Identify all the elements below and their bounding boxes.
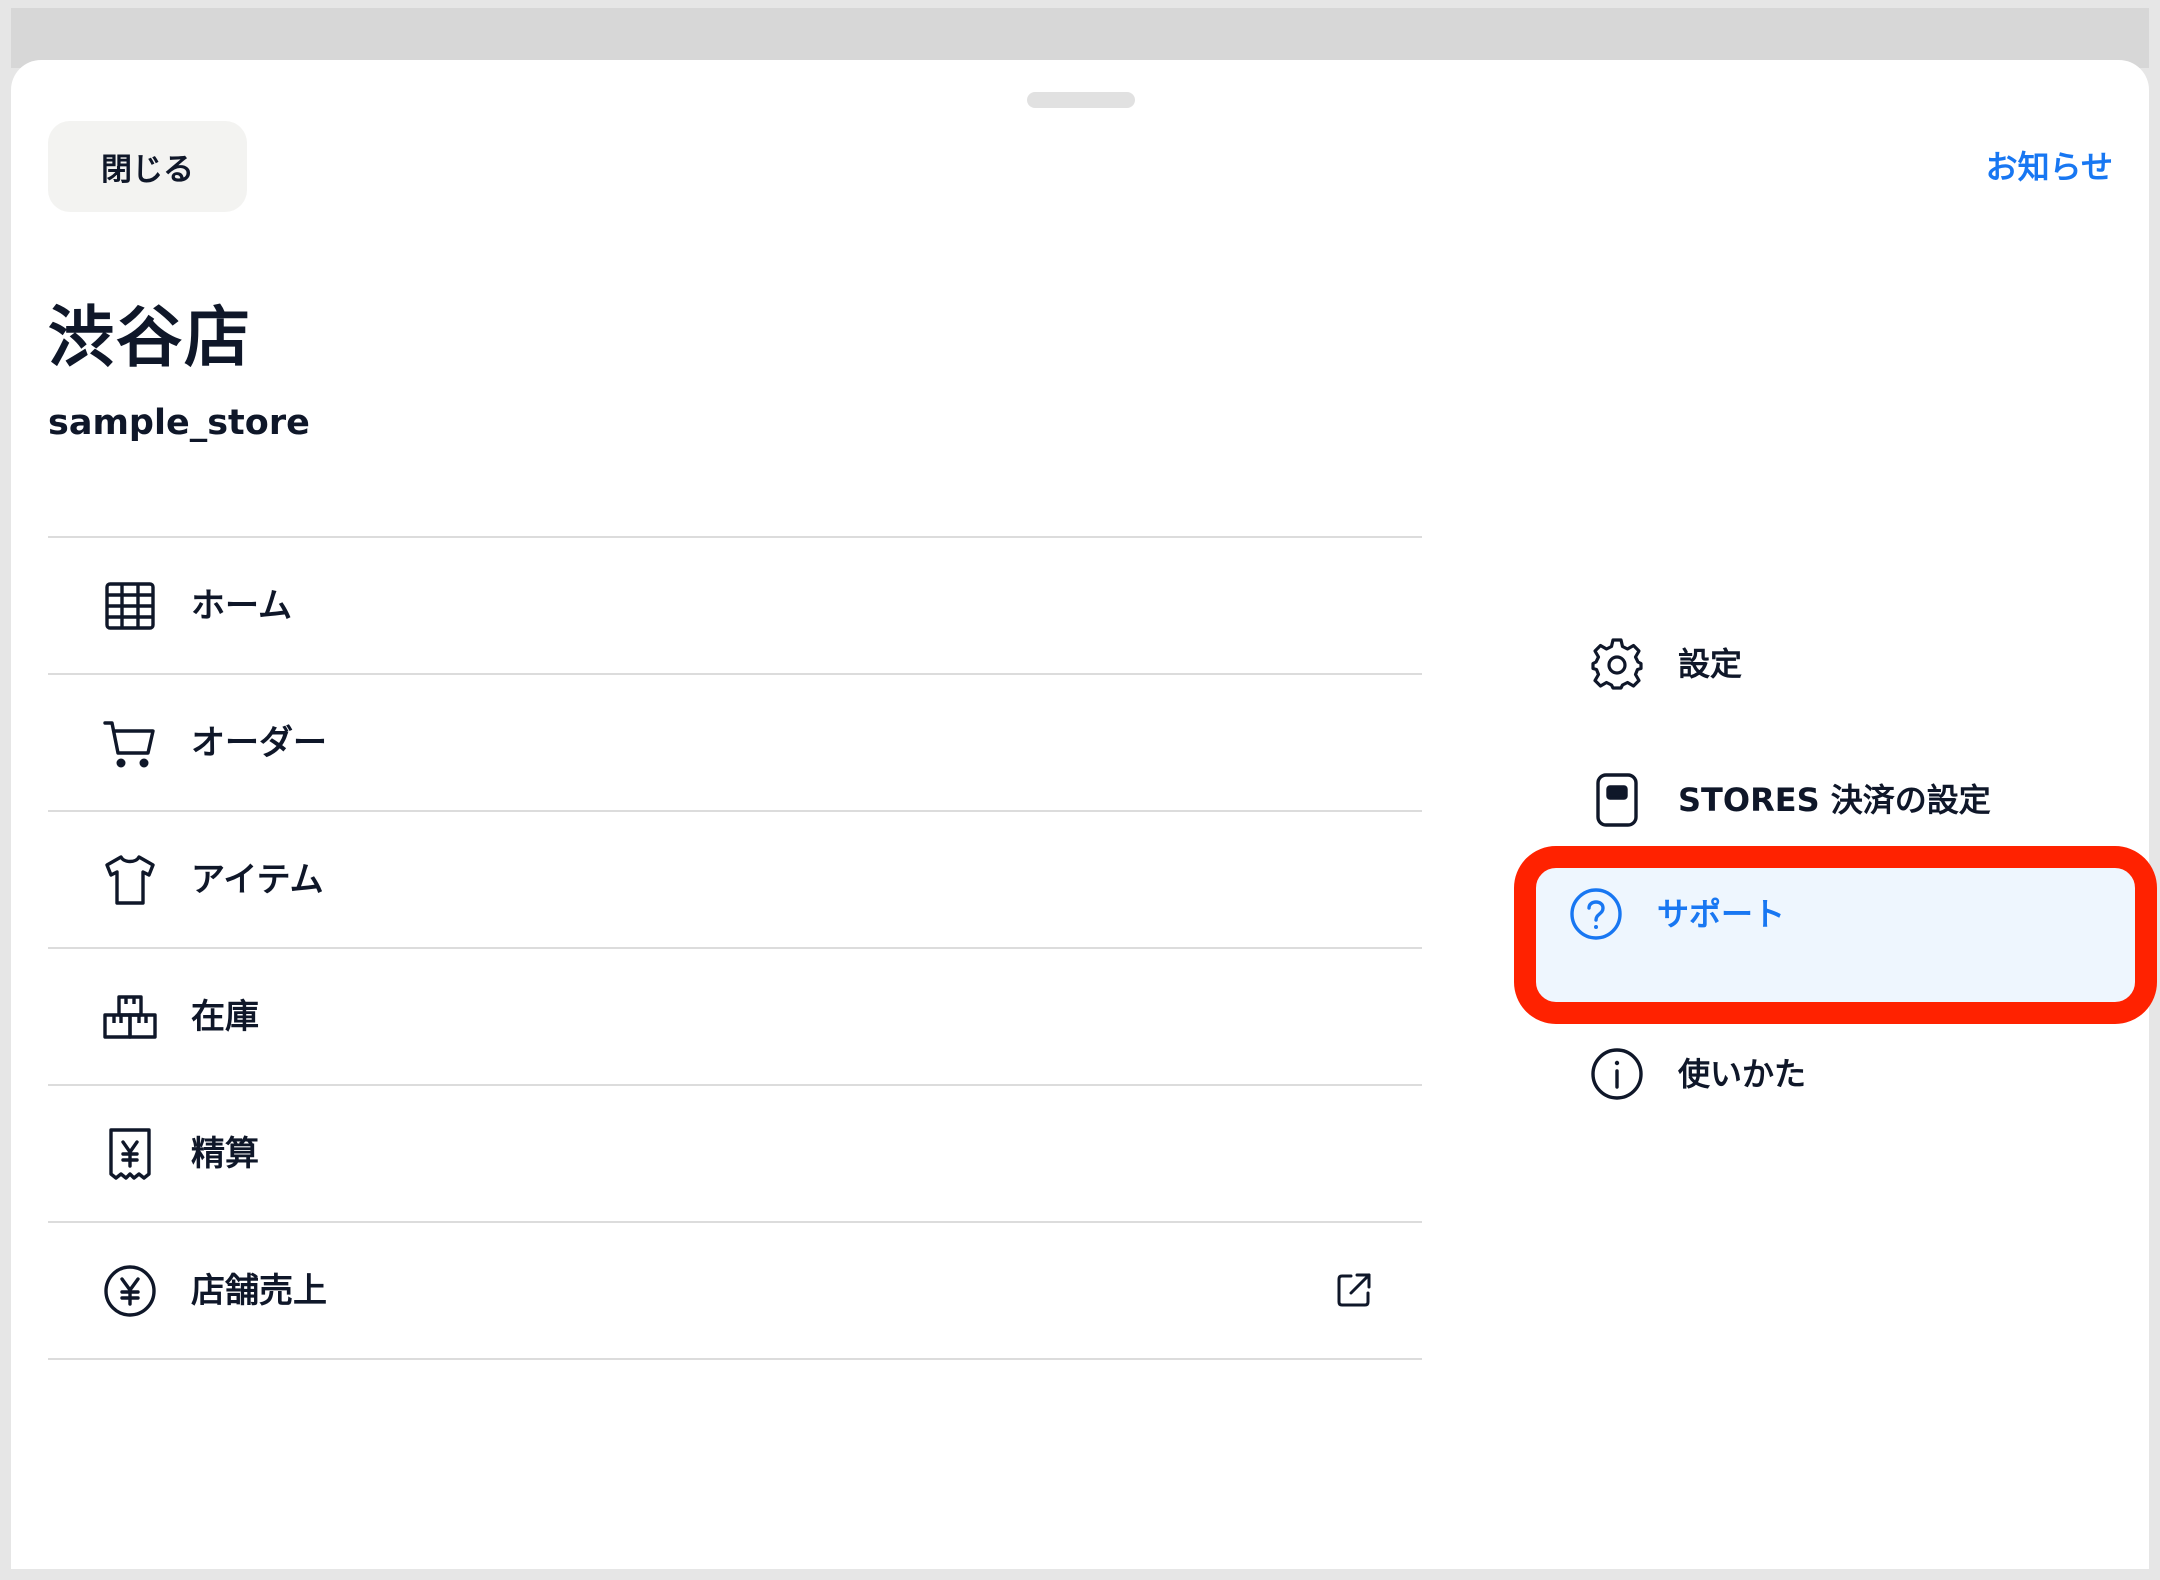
store-name: 渋谷店 [48, 299, 252, 376]
menu-item-label: 店舗売上 [191, 1271, 327, 1311]
tshirt-icon [102, 852, 158, 908]
menu-item-label: 精算 [191, 1134, 259, 1174]
cart-icon [102, 715, 158, 771]
side-item-settings[interactable]: 設定 [1535, 596, 2115, 732]
menu-item-label: ホーム [191, 586, 292, 626]
main-menu-list: ホーム オーダー アイテム 在庫 精算 店舗売上 [48, 536, 1422, 1360]
sheet-grabber-handle[interactable] [1027, 92, 1135, 108]
menu-sheet: 閉じる お知らせ 渋谷店 sample_store ホーム オーダー アイテム … [11, 60, 2157, 1569]
receipt-yen-icon [102, 1126, 158, 1182]
menu-item-inventory[interactable]: 在庫 [48, 949, 1422, 1086]
menu-item-items[interactable]: アイテム [48, 812, 1422, 949]
menu-item-label: オーダー [191, 723, 327, 763]
side-item-label: 使いかた [1678, 1055, 1807, 1093]
info-circle-icon [1589, 1046, 1645, 1102]
side-item-how-to-use[interactable]: 使いかた [1535, 1006, 2115, 1142]
side-item-label: STORES 決済の設定 [1678, 781, 1991, 819]
store-id: sample_store [48, 403, 310, 443]
question-circle-icon [1568, 886, 1624, 942]
gear-icon [1589, 636, 1645, 692]
card-reader-icon [1589, 772, 1645, 828]
menu-item-settlement[interactable]: 精算 [48, 1086, 1422, 1223]
menu-item-store-sales[interactable]: 店舗売上 [48, 1223, 1422, 1360]
status-bar-area [11, 8, 2149, 68]
home-grid-icon [102, 578, 158, 634]
menu-item-label: アイテム [191, 860, 324, 900]
side-item-label: サポート [1657, 895, 1786, 933]
notice-link[interactable]: お知らせ [1986, 142, 2113, 188]
menu-item-label: 在庫 [191, 997, 259, 1037]
side-item-support[interactable]: サポート [1514, 846, 2157, 1024]
menu-item-home[interactable]: ホーム [48, 538, 1422, 675]
yen-circle-icon [102, 1263, 158, 1319]
boxes-icon [102, 989, 158, 1045]
external-link-icon [1334, 1270, 1374, 1310]
side-item-label: 設定 [1678, 645, 1743, 683]
menu-item-orders[interactable]: オーダー [48, 675, 1422, 812]
close-button[interactable]: 閉じる [48, 121, 247, 212]
